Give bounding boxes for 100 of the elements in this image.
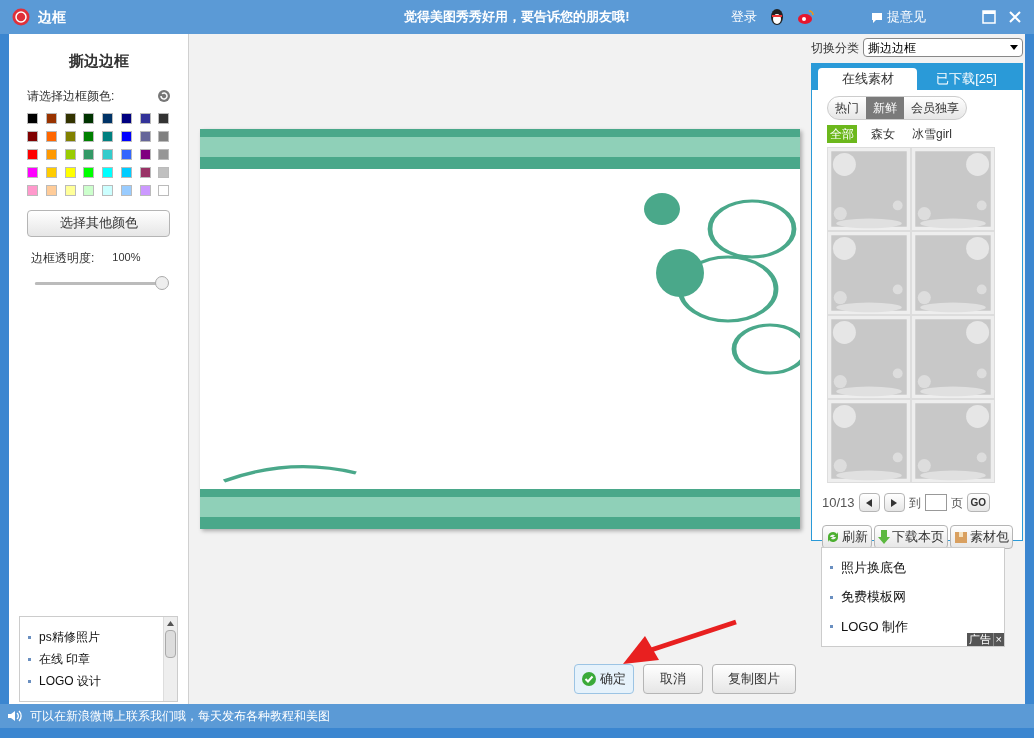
bullet-icon bbox=[28, 635, 31, 639]
color-swatch[interactable] bbox=[45, 184, 57, 196]
color-swatch[interactable] bbox=[102, 130, 113, 142]
previous-page-button[interactable] bbox=[858, 493, 880, 513]
bullet-icon bbox=[830, 625, 833, 628]
speaker-icon bbox=[8, 710, 22, 722]
color-swatch[interactable] bbox=[158, 130, 170, 142]
bullet-icon bbox=[830, 566, 833, 569]
slogan: 觉得美图秀秀好用，要告诉您的朋友哦! bbox=[403, 8, 631, 27]
panel-heading: 撕边边框 bbox=[67, 51, 130, 71]
color-swatch[interactable] bbox=[120, 112, 132, 124]
color-swatch[interactable] bbox=[83, 130, 95, 142]
down-arrow-icon bbox=[878, 529, 890, 544]
page-indicator: 10/13 bbox=[822, 494, 855, 512]
ad-close-button[interactable]: × bbox=[992, 633, 1004, 646]
color-swatch[interactable] bbox=[27, 148, 38, 160]
scrollbar[interactable] bbox=[163, 617, 177, 701]
tab[interactable]: 在线素材 bbox=[818, 68, 917, 90]
color-swatch[interactable] bbox=[83, 112, 95, 124]
color-swatch[interactable] bbox=[64, 148, 76, 160]
maximize-icon[interactable] bbox=[982, 10, 996, 24]
ad-link[interactable]: ps精修照片 bbox=[39, 630, 100, 644]
close-icon[interactable] bbox=[1008, 10, 1022, 24]
color-swatch[interactable] bbox=[27, 112, 38, 124]
ad-link[interactable]: LOGO 设计 bbox=[39, 674, 101, 688]
action-button[interactable]: 确定 bbox=[574, 664, 634, 694]
color-swatch[interactable] bbox=[120, 166, 132, 178]
color-swatch[interactable] bbox=[139, 112, 151, 124]
color-swatch[interactable] bbox=[64, 130, 76, 142]
window-title: 边框 bbox=[38, 7, 66, 27]
opacity-label: 边框透明度: bbox=[31, 249, 95, 267]
weibo-icon[interactable] bbox=[797, 9, 815, 25]
filter-tab[interactable]: 新鲜 bbox=[866, 97, 904, 119]
up-arrow-icon[interactable] bbox=[167, 621, 174, 626]
color-swatch[interactable] bbox=[139, 166, 151, 178]
tool-button[interactable]: 素材包 bbox=[950, 524, 1013, 549]
caret-icon bbox=[1010, 45, 1018, 50]
next-page-button[interactable] bbox=[883, 493, 905, 513]
status-text: 可以在新浪微博上联系我们哦，每天发布各种教程和美图 bbox=[30, 708, 330, 725]
category-tag[interactable]: 冰雪girl bbox=[909, 125, 955, 143]
other-color-button[interactable]: 选择其他颜色 bbox=[27, 209, 170, 237]
color-swatch[interactable] bbox=[45, 148, 57, 160]
slider-thumb[interactable] bbox=[155, 276, 169, 290]
bullet-icon bbox=[28, 657, 31, 661]
goto-label: 到 bbox=[908, 494, 921, 512]
color-swatch[interactable] bbox=[64, 184, 76, 196]
chat-bubble-icon bbox=[871, 11, 883, 23]
color-swatch[interactable] bbox=[158, 166, 170, 178]
ad-link[interactable]: 在线 印章 bbox=[39, 652, 91, 666]
ad-link[interactable]: 免费模板网 bbox=[841, 587, 906, 607]
right-triangle-icon bbox=[891, 498, 898, 507]
color-swatch[interactable] bbox=[158, 148, 170, 160]
color-swatch[interactable] bbox=[83, 148, 95, 160]
color-swatch[interactable] bbox=[27, 130, 38, 142]
box-icon bbox=[954, 529, 968, 544]
color-swatch[interactable] bbox=[102, 166, 113, 178]
color-swatch[interactable] bbox=[45, 166, 57, 178]
color-swatch[interactable] bbox=[45, 130, 57, 142]
color-swatch[interactable] bbox=[158, 184, 170, 196]
category-tag[interactable]: 森女 bbox=[868, 125, 898, 143]
color-swatch[interactable] bbox=[83, 184, 95, 196]
color-swatch[interactable] bbox=[64, 112, 76, 124]
filter-tab[interactable]: 热门 bbox=[828, 97, 866, 119]
ad-label: 广告 bbox=[967, 633, 992, 646]
ad-link[interactable]: LOGO 制作 bbox=[841, 616, 909, 637]
category-dropdown[interactable]: 撕边边框 bbox=[863, 38, 1023, 57]
category-label: 切换分类 bbox=[811, 39, 859, 57]
bullet-icon bbox=[830, 595, 833, 599]
go-button[interactable]: GO bbox=[966, 493, 991, 513]
color-swatch[interactable] bbox=[102, 184, 113, 196]
color-swatch[interactable] bbox=[120, 148, 132, 160]
action-button[interactable]: 取消 bbox=[643, 664, 703, 694]
tool-button[interactable]: 下载本页 bbox=[874, 524, 948, 549]
penguin-icon[interactable] bbox=[769, 8, 785, 26]
app-logo-icon bbox=[12, 8, 30, 26]
color-swatch[interactable] bbox=[102, 148, 113, 160]
color-swatch[interactable] bbox=[120, 184, 132, 196]
color-swatch[interactable] bbox=[139, 184, 151, 196]
color-swatch[interactable] bbox=[45, 112, 57, 124]
color-swatch[interactable] bbox=[64, 166, 76, 178]
left-triangle-icon bbox=[866, 498, 873, 507]
check-icon bbox=[582, 672, 596, 686]
ad-link[interactable]: 照片换底色 bbox=[841, 557, 906, 578]
action-button[interactable]: 复制图片 bbox=[712, 664, 796, 694]
page-input[interactable] bbox=[924, 494, 947, 512]
color-swatch[interactable] bbox=[27, 184, 38, 196]
reset-icon[interactable] bbox=[158, 89, 170, 102]
color-swatch[interactable] bbox=[102, 112, 113, 124]
color-swatch[interactable] bbox=[139, 148, 151, 160]
color-swatch[interactable] bbox=[83, 166, 95, 178]
color-label: 请选择边框颜色: bbox=[27, 87, 115, 105]
color-swatch[interactable] bbox=[158, 112, 170, 124]
page-label: 页 bbox=[950, 494, 963, 512]
filter-tab[interactable]: 会员独享 bbox=[904, 97, 966, 119]
tool-button[interactable]: 刷新 bbox=[822, 524, 872, 549]
color-swatch[interactable] bbox=[120, 130, 132, 142]
bullet-icon bbox=[28, 679, 31, 683]
color-swatch[interactable] bbox=[139, 130, 151, 142]
color-swatch[interactable] bbox=[27, 166, 38, 178]
opacity-reading: 100% bbox=[112, 250, 141, 266]
